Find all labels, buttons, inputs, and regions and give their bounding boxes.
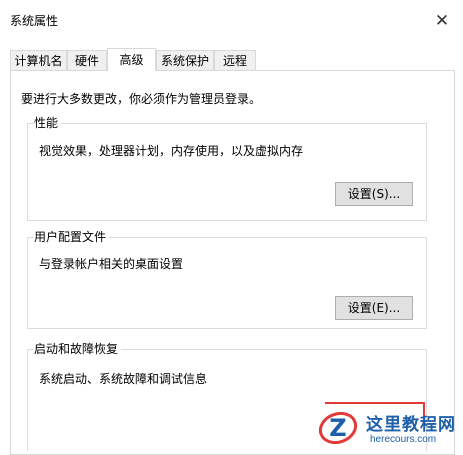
performance-settings-button[interactable]: 设置(S)... [335,182,413,206]
tab-remote[interactable]: 远程 [214,50,256,70]
performance-description: 视觉效果，处理器计划，内存使用，以及虚拟内存 [39,144,304,158]
tab-advanced[interactable]: 高级 [107,48,156,71]
window-title: 系统属性 [10,14,59,28]
title-bar: 系统属性 ✕ [0,0,463,40]
user-profiles-group-title: 用户配置文件 [34,230,110,244]
user-profiles-description: 与登录帐户相关的桌面设置 [39,257,184,271]
site-watermark: Z 这里教程网 herecours.com [312,402,463,451]
watermark-logo: Z [318,411,358,445]
close-icon[interactable]: ✕ [427,6,457,36]
watermark-site-name: 这里教程网 [366,415,456,435]
watermark-url: herecours.com [370,434,437,445]
tab-hardware[interactable]: 硬件 [67,50,107,70]
system-properties-dialog: 系统属性 ✕ 计算机名 硬件 高级 系统保护 远程 要进行大多数更改，你必须作为… [0,0,463,455]
performance-group: 性能 视觉效果，处理器计划，内存使用，以及虚拟内存 设置(S)... [27,116,427,221]
tab-strip: 计算机名 硬件 高级 系统保护 远程 [10,48,455,71]
startup-recovery-description: 系统启动、系统故障和调试信息 [39,372,208,386]
performance-group-title: 性能 [34,116,62,130]
user-profiles-settings-button[interactable]: 设置(E)... [335,296,413,320]
watermark-logo-letter: Z [329,414,346,442]
startup-recovery-group-title: 启动和故障恢复 [34,342,122,356]
tab-system-protection[interactable]: 系统保护 [156,50,214,70]
admin-notice: 要进行大多数更改，你必须作为管理员登录。 [21,92,262,106]
tab-computer-name[interactable]: 计算机名 [10,50,67,70]
user-profiles-group: 用户配置文件 与登录帐户相关的桌面设置 设置(E)... [27,230,427,329]
